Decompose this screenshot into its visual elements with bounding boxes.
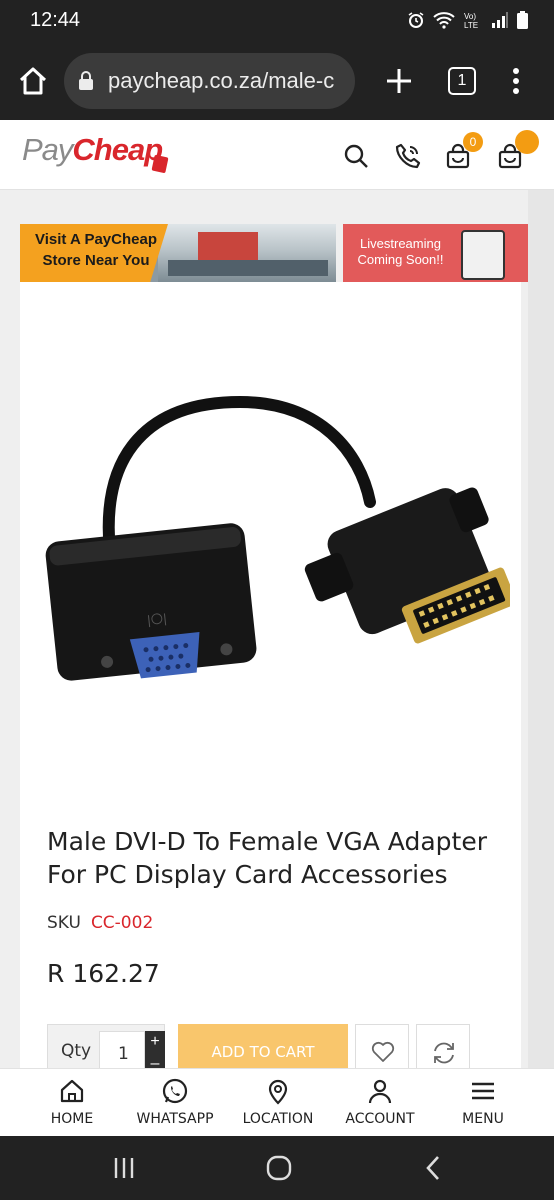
livestream-line2: Coming Soon!! <box>357 252 444 267</box>
nav-whatsapp-label: WHATSAPP <box>136 1111 214 1127</box>
search-icon[interactable] <box>342 142 370 170</box>
status-bar: 12:44 Vo) LTE <box>0 0 554 42</box>
sku-value: CC-002 <box>90 913 154 933</box>
signal-icon <box>492 12 508 28</box>
logo-cheap: Cheap <box>72 132 163 167</box>
logo-bag-icon <box>151 154 169 174</box>
address-bar[interactable]: paycheap.co.za/male-c <box>64 53 355 109</box>
qty-label: Qty <box>61 1041 92 1061</box>
product-card: |〇| Male DVI-D To Female VGA Adapter For… <box>20 282 521 1102</box>
store-photo <box>158 224 336 282</box>
page-side-strip <box>528 190 554 1068</box>
android-nav-bar <box>0 1136 554 1200</box>
svg-text:LTE: LTE <box>464 21 478 30</box>
store-banner-line1: Visit A PayCheap <box>35 231 157 248</box>
nav-account-label: ACCOUNT <box>345 1111 415 1127</box>
hamburger-icon <box>472 1082 494 1100</box>
battery-icon <box>517 11 528 29</box>
status-time: 12:44 <box>30 9 81 31</box>
alarm-icon <box>408 12 424 28</box>
nav-menu-label: MENU <box>462 1111 504 1127</box>
nav-location-label: LOCATION <box>242 1111 314 1127</box>
livestream-line1: Livestreaming <box>360 236 441 251</box>
status-icons: Vo) LTE <box>407 10 528 30</box>
logo-pay: Pay <box>22 132 73 167</box>
paycheap-logo[interactable]: PayCheap <box>22 132 172 182</box>
browser-toolbar: paycheap.co.za/male-c 1 <box>0 42 554 120</box>
phone-icon[interactable] <box>394 142 422 170</box>
home-icon <box>60 1079 84 1103</box>
whatsapp-icon <box>162 1078 188 1104</box>
tab-switcher-button[interactable]: 1 <box>448 67 476 95</box>
wifi-icon <box>433 12 455 29</box>
android-home-icon[interactable] <box>265 1154 293 1182</box>
sku-label: SKU <box>47 913 81 933</box>
lock-icon <box>79 71 93 90</box>
location-pin-icon <box>268 1079 288 1105</box>
new-tab-icon[interactable] <box>382 64 416 98</box>
back-icon[interactable] <box>420 1154 448 1182</box>
recent-apps-icon[interactable] <box>110 1154 138 1182</box>
mini-cart-dot <box>515 130 539 154</box>
phone-illustration <box>461 230 505 280</box>
lte-icon: Vo)LTE <box>464 12 478 30</box>
nav-home-label: HOME <box>50 1111 94 1127</box>
product-image[interactable]: |〇| <box>40 392 510 692</box>
nav-menu[interactable]: MENU <box>431 1069 535 1137</box>
product-sku: SKU CC-002 <box>47 913 153 933</box>
more-menu-icon[interactable] <box>506 66 526 96</box>
store-banner-text: Visit A PayCheap Store Near You <box>26 229 166 271</box>
screen: 12:44 Vo) LTE paycheap.co.za/male-c 1 Pay… <box>0 0 554 1200</box>
nav-location[interactable]: LOCATION <box>226 1069 330 1137</box>
livestream-banner-text: Livestreaming Coming Soon!! <box>353 236 448 268</box>
livestream-banner[interactable]: Livestreaming Coming Soon!! <box>343 224 528 282</box>
svg-text:|〇|: |〇| <box>146 611 167 627</box>
nav-whatsapp[interactable]: WHATSAPP <box>123 1069 227 1137</box>
store-wall <box>198 232 258 262</box>
store-banner-line2: Store Near You <box>42 252 150 269</box>
nav-account[interactable]: ACCOUNT <box>328 1069 432 1137</box>
site-header: PayCheap 0 <box>0 120 554 190</box>
product-title: Male DVI-D To Female VGA Adapter For PC … <box>47 827 487 889</box>
url-text: paycheap.co.za/male-c <box>108 68 335 93</box>
product-price: R 162.27 <box>47 959 160 988</box>
store-shelf <box>168 260 328 276</box>
browser-home-icon[interactable] <box>16 64 50 98</box>
bottom-nav: HOME WHATSAPP LOCATION ACCOUNT MENU <box>0 1068 554 1136</box>
promo-banners: Visit A PayCheap Store Near You Livestre… <box>20 224 528 282</box>
store-banner[interactable]: Visit A PayCheap Store Near You <box>20 224 336 282</box>
cart-count-badge: 0 <box>463 132 483 152</box>
nav-home[interactable]: HOME <box>20 1069 124 1137</box>
svg-text:Vo): Vo) <box>464 12 476 21</box>
user-icon <box>368 1079 392 1104</box>
qty-increment-icon[interactable]: + <box>145 1031 165 1053</box>
